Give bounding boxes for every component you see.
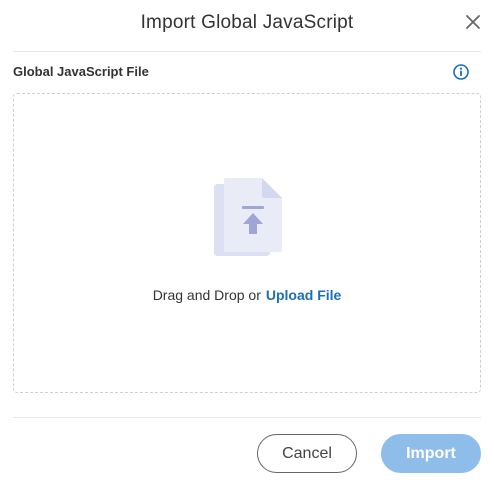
upload-file-link[interactable]: Upload File <box>266 287 341 303</box>
dialog-title: Import Global JavaScript <box>140 12 354 33</box>
info-button[interactable] <box>452 63 470 81</box>
file-dropzone[interactable]: Drag and Drop or Upload File <box>13 93 481 393</box>
close-icon <box>466 15 480 29</box>
cancel-button[interactable]: Cancel <box>257 434 357 473</box>
import-dialog: Import Global JavaScript Global JavaScri… <box>0 0 494 487</box>
info-icon <box>453 64 469 80</box>
footer-divider <box>13 417 481 418</box>
drop-instructions: Drag and Drop or Upload File <box>14 287 480 303</box>
close-button[interactable] <box>462 11 484 33</box>
drop-prompt: Drag and Drop or <box>152 287 261 303</box>
import-button[interactable]: Import <box>381 434 481 473</box>
field-label: Global JavaScript File <box>13 64 149 79</box>
header-divider <box>13 51 481 52</box>
file-upload-icon <box>212 178 284 260</box>
